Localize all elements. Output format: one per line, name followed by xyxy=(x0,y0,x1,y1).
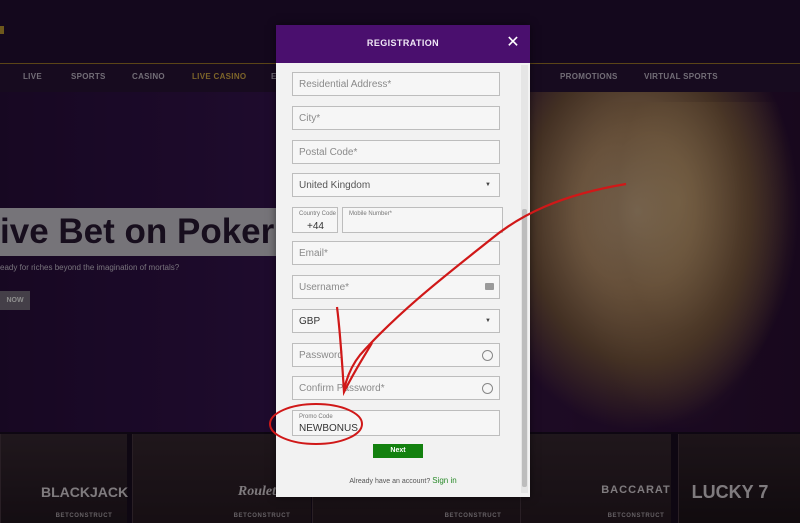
username-placeholder: Username* xyxy=(299,282,350,293)
address-field[interactable]: Residential Address* xyxy=(292,72,500,96)
chevron-down-icon: ▼ xyxy=(485,182,491,188)
promo-label: Promo Code xyxy=(299,414,333,420)
signin-row: Already have an account? Sign in xyxy=(276,476,530,485)
currency-value: GBP xyxy=(299,316,321,327)
registration-form: Residential Address* City* Postal Code* … xyxy=(276,63,530,497)
next-button[interactable]: Next xyxy=(373,444,423,458)
city-placeholder: City* xyxy=(299,113,321,124)
address-placeholder: Residential Address* xyxy=(299,79,392,90)
city-field[interactable]: City* xyxy=(292,106,500,130)
chevron-down-icon: ▼ xyxy=(485,318,491,324)
currency-select[interactable]: GBP ▼ xyxy=(292,309,500,333)
country-value: United Kingdom xyxy=(299,180,371,191)
postal-code-field[interactable]: Postal Code* xyxy=(292,140,500,164)
country-code-label: Country Code xyxy=(299,211,337,217)
postal-placeholder: Postal Code* xyxy=(299,147,358,158)
signin-prompt: Already have an account? xyxy=(349,478,431,485)
password-field[interactable]: Password xyxy=(292,343,500,367)
eye-icon[interactable] xyxy=(482,383,493,394)
scrollbar-thumb[interactable] xyxy=(522,209,527,487)
promo-code-field[interactable]: Promo Code NEWBONUS xyxy=(292,410,500,436)
email-field[interactable]: Email* xyxy=(292,241,500,265)
mobile-number-field[interactable]: Mobile Number* xyxy=(342,207,503,233)
password-placeholder: Password xyxy=(299,350,343,361)
promo-value: NEWBONUS xyxy=(299,423,358,434)
modal-title: REGISTRATION xyxy=(366,38,440,48)
signin-link[interactable]: Sign in xyxy=(432,476,456,485)
country-code-value: +44 xyxy=(307,221,324,232)
eye-icon[interactable] xyxy=(482,350,493,361)
registration-modal: REGISTRATION ✕ Residential Address* City… xyxy=(276,25,530,497)
modal-header: REGISTRATION ✕ xyxy=(276,25,530,63)
email-placeholder: Email* xyxy=(299,248,328,259)
close-icon[interactable]: ✕ xyxy=(506,35,520,51)
keyboard-icon xyxy=(485,283,494,290)
confirm-password-placeholder: Confirm Password* xyxy=(299,383,385,394)
country-code-field[interactable]: Country Code +44 xyxy=(292,207,338,233)
mobile-label: Mobile Number* xyxy=(349,211,393,217)
country-select[interactable]: United Kingdom ▼ xyxy=(292,173,500,197)
username-field[interactable]: Username* xyxy=(292,275,500,299)
confirm-password-field[interactable]: Confirm Password* xyxy=(292,376,500,400)
